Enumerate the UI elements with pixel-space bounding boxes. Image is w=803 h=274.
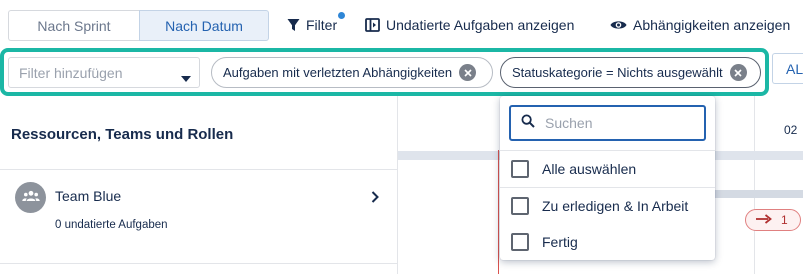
timeline-date-label: 02 [784, 123, 798, 137]
filter-chip-violated-dependencies[interactable]: Aufgaben mit verletzten Abhängigkeiten [211, 57, 493, 88]
team-avatar [15, 182, 46, 213]
view-toggle: Nach Sprint Nach Datum [8, 10, 269, 41]
filter-button[interactable]: Filter [287, 16, 337, 34]
select-all-option[interactable]: Alle auswählen [511, 159, 636, 179]
undated-tasks-label: Undatierte Aufgaben anzeigen [386, 17, 575, 33]
select-all-label: Alle auswählen [542, 161, 637, 177]
team-name: Team Blue [55, 188, 122, 204]
filter-chip-label: Aufgaben mit verletzten Abhängigkeiten [223, 65, 453, 80]
dropdown-divider [500, 150, 715, 151]
filter-bar: Filter hinzufügen Aufgaben mit verletzte… [0, 48, 769, 96]
dropdown-search-field[interactable] [509, 105, 706, 141]
row-divider [0, 263, 398, 264]
panel-icon [365, 18, 380, 32]
timeline-gridline [754, 96, 755, 274]
status-option-label: Fertig [542, 234, 578, 250]
team-icon [21, 189, 40, 207]
status-option-done[interactable]: Fertig [511, 232, 578, 252]
dropdown-divider [500, 187, 715, 188]
filter-label: Filter [306, 17, 338, 33]
eye-icon [610, 19, 627, 31]
filter-icon [287, 18, 300, 32]
filter-notification-dot [338, 12, 345, 19]
undated-tasks-button[interactable]: Undatierte Aufgaben anzeigen [365, 16, 574, 34]
filter-chip-label: Statuskategorie = Nichts ausgewählt [512, 65, 723, 80]
dropdown-search-input[interactable] [545, 115, 685, 131]
by-date-button[interactable]: Nach Datum [139, 10, 269, 41]
resources-panel-title: Ressourcen, Teams und Rollen [11, 126, 234, 143]
chevron-right-icon[interactable] [370, 190, 380, 209]
status-option-label: Zu erledigen & In Arbeit [542, 198, 689, 214]
filter-chip-status-category[interactable]: Statuskategorie = Nichts ausgewählt [500, 57, 761, 88]
today-marker [498, 150, 499, 274]
timeline-bar [715, 190, 803, 198]
chevron-down-icon [181, 69, 191, 85]
status-option-checkbox[interactable] [511, 197, 529, 215]
show-dependencies-button[interactable]: Abhängigkeiten anzeigen [610, 16, 790, 34]
dependency-badge[interactable]: 1 [745, 209, 801, 231]
close-icon[interactable] [459, 64, 477, 81]
status-category-dropdown: Alle auswählen Zu erledigen & In Arbeit … [500, 96, 715, 260]
overflow-filter-button[interactable]: AL [772, 53, 803, 84]
search-icon [521, 114, 535, 133]
arrow-right-icon [755, 213, 773, 227]
close-icon[interactable] [729, 64, 747, 81]
timeline-header-band [398, 151, 500, 160]
status-option-checkbox[interactable] [511, 233, 529, 251]
select-all-checkbox[interactable] [511, 160, 529, 178]
dependency-count: 1 [781, 213, 788, 227]
by-sprint-button[interactable]: Nach Sprint [8, 10, 139, 41]
team-undated-count: 0 undatierte Aufgaben [55, 219, 168, 231]
panel-divider [397, 96, 398, 274]
row-divider [0, 169, 398, 170]
timeline-header-band [715, 151, 803, 160]
status-option-todo-in-progress[interactable]: Zu erledigen & In Arbeit [511, 196, 688, 216]
show-dependencies-label: Abhängigkeiten anzeigen [633, 17, 791, 33]
add-filter-placeholder: Filter hinzufügen [19, 64, 123, 81]
add-filter-dropdown[interactable]: Filter hinzufügen [8, 57, 200, 88]
